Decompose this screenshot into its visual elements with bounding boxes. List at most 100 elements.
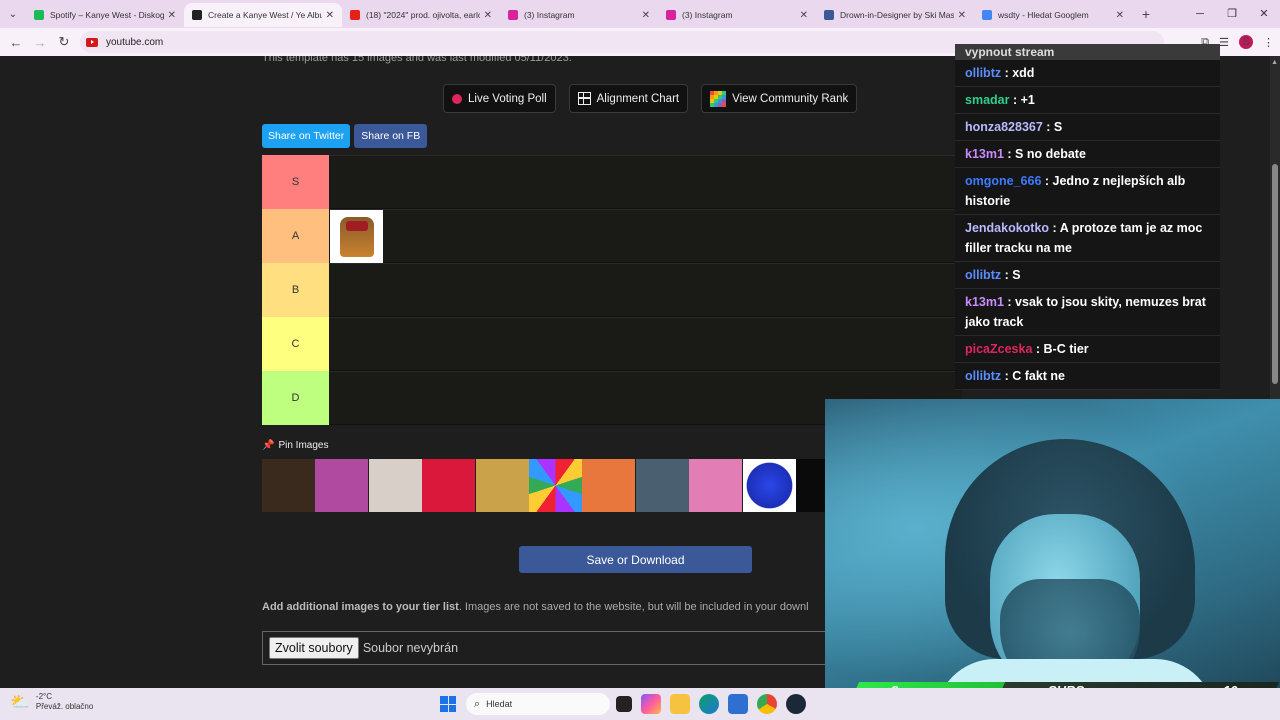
tab-close-icon[interactable]: ✕ xyxy=(800,10,808,21)
weather-widget[interactable]: ⛅ -2°C Převáž. oblačno xyxy=(10,692,93,712)
tab-title: wsdty - Hledat Googlem xyxy=(998,10,1089,20)
window-controls: ─ ❐ ✕ xyxy=(1184,0,1280,28)
add-images-note: Add additional images to your tier list.… xyxy=(262,601,809,613)
tab-close-icon[interactable]: ✕ xyxy=(168,10,176,21)
album-cover-college-dropout[interactable] xyxy=(330,210,383,263)
pin-images-toggle[interactable]: 📌 Pin Images xyxy=(262,440,328,451)
choose-files-button[interactable]: Zvolit soubory xyxy=(269,637,359,659)
profile-avatar[interactable]: S xyxy=(1239,35,1253,49)
live-dot-icon xyxy=(452,93,462,104)
store-icon[interactable] xyxy=(728,694,748,714)
chat-message: k13m1 : S no debate xyxy=(955,141,1220,168)
menu-icon[interactable]: ⋮ xyxy=(1263,36,1274,49)
tier-label[interactable]: C xyxy=(262,317,329,371)
tab-search-icon[interactable]: ⌄ xyxy=(0,0,26,28)
tier-dropzone[interactable] xyxy=(329,317,962,370)
browser-tab[interactable]: wsdty - Hledat Googlem ✕ xyxy=(974,3,1132,27)
template-note: This template has 15 images and was last… xyxy=(262,56,572,64)
tier-row: A xyxy=(262,209,962,263)
chat-message: ollibtz : C fakt ne xyxy=(955,363,1220,390)
media-queue-icon[interactable]: ☰ xyxy=(1219,36,1229,49)
tab-close-icon[interactable]: ✕ xyxy=(1116,10,1124,21)
tier-row: C xyxy=(262,317,962,371)
tier-label[interactable]: S xyxy=(262,155,329,209)
chat-header[interactable]: vypnout stream xyxy=(955,44,1220,60)
community-rank-label: View Community Rank xyxy=(732,92,849,105)
tier-dropzone[interactable] xyxy=(329,155,962,208)
tab-close-icon[interactable]: ✕ xyxy=(642,10,650,21)
tab-favicon-icon xyxy=(982,10,992,20)
tab-close-icon[interactable]: ✕ xyxy=(958,10,966,21)
chat-text: : S xyxy=(1042,120,1063,134)
browser-tab[interactable]: (3) Instagram ✕ xyxy=(500,3,658,27)
album-cover[interactable] xyxy=(368,459,422,512)
album-cover[interactable] xyxy=(422,459,476,512)
album-cover[interactable] xyxy=(475,459,529,512)
stream-chat-overlay: vypnout stream ollibtz : xdd smadar : +1 h… xyxy=(955,44,1220,390)
scroll-thumb[interactable] xyxy=(1272,164,1278,384)
steam-icon[interactable] xyxy=(786,694,806,714)
browser-tab[interactable]: (18) "2024" prod. ojivolta, earlonthebea… xyxy=(342,3,500,27)
tier-dropzone[interactable] xyxy=(329,209,962,263)
browser-tab[interactable]: (3) Instagram ✕ xyxy=(658,3,816,27)
taskbar-search-placeholder: Hledat xyxy=(486,699,513,709)
windows-start-icon[interactable] xyxy=(440,696,456,712)
tab-close-icon[interactable]: ✕ xyxy=(484,10,492,21)
album-cover[interactable] xyxy=(528,459,582,512)
chat-text: : +1 xyxy=(1009,93,1035,107)
save-download-button[interactable]: Save or Download xyxy=(519,546,752,573)
tier-label[interactable]: D xyxy=(262,371,329,425)
browser-tab[interactable]: Spotify – Kanye West - Diskografie ✕ xyxy=(26,3,184,27)
live-voting-poll-button[interactable]: Live Voting Poll xyxy=(443,84,556,113)
close-icon[interactable]: ✕ xyxy=(1248,0,1280,28)
chat-username: ollibtz xyxy=(965,369,1002,383)
album-cover[interactable] xyxy=(582,459,636,512)
minimize-icon[interactable]: ─ xyxy=(1184,0,1216,28)
edge-icon[interactable] xyxy=(699,694,719,714)
add-images-note-rest: . Images are not saved to the website, b… xyxy=(458,601,809,613)
tab-favicon-icon xyxy=(508,10,518,20)
tier-label[interactable]: A xyxy=(262,209,329,263)
chat-message: k13m1 : vsak to jsou skity, nemuzes brat… xyxy=(955,289,1220,336)
browser-tab[interactable]: Drown-in-Designer by Ski Mask ✕ xyxy=(816,3,974,27)
alignment-chart-button[interactable]: Alignment Chart xyxy=(568,84,689,113)
community-rank-button[interactable]: View Community Rank xyxy=(701,84,858,113)
album-cover[interactable] xyxy=(635,459,689,512)
pin-icon: 📌 xyxy=(262,440,275,451)
grid-icon xyxy=(577,92,591,105)
tab-title: Create a Kanye West / Ye Album Tier List xyxy=(208,10,322,20)
album-cover[interactable] xyxy=(742,459,796,512)
reload-icon[interactable]: ↻ xyxy=(52,34,76,50)
taskbar-search[interactable]: ⌕ Hledat xyxy=(466,693,610,715)
restore-icon[interactable]: ❐ xyxy=(1216,0,1248,28)
live-voting-label: Live Voting Poll xyxy=(468,92,547,105)
copilot-icon[interactable] xyxy=(641,694,661,714)
temperature: -2°C xyxy=(35,692,53,701)
album-cover[interactable] xyxy=(315,459,369,512)
chat-message: Jendakokotko : A protoze tam je az moc f… xyxy=(955,215,1220,262)
new-tab-button[interactable]: + xyxy=(1136,6,1156,22)
album-cover[interactable] xyxy=(262,459,315,512)
forward-arrow-icon[interactable]: → xyxy=(28,35,52,50)
tier-dropzone[interactable] xyxy=(329,263,962,316)
task-view-icon[interactable] xyxy=(616,696,632,712)
windows-taskbar: ⛅ -2°C Převáž. oblačno ⌕ Hledat xyxy=(0,688,1280,720)
scroll-up-icon[interactable]: ▲ xyxy=(1271,59,1278,66)
tab-title: Drown-in-Designer by Ski Mask xyxy=(840,10,954,20)
browser-tab[interactable]: Create a Kanye West / Ye Album Tier List… xyxy=(184,3,342,27)
chat-text: : B-C tier xyxy=(1032,342,1089,356)
chat-message: ollibtz : xdd xyxy=(955,60,1220,87)
browser-tab-strip: ⌄ Spotify – Kanye West - Diskografie✕Cre… xyxy=(0,0,1280,28)
tab-close-icon[interactable]: ✕ xyxy=(326,10,334,21)
tier-label[interactable]: B xyxy=(262,263,329,317)
tier-list: SABCD xyxy=(262,155,962,425)
tab-favicon-icon xyxy=(666,10,676,20)
file-explorer-icon[interactable] xyxy=(670,694,690,714)
chrome-icon[interactable] xyxy=(757,694,777,714)
back-arrow-icon[interactable]: ← xyxy=(4,35,28,50)
album-cover[interactable] xyxy=(689,459,743,512)
share-twitter-button[interactable]: Share on Twitter xyxy=(262,124,351,148)
tab-title: (3) Instagram xyxy=(682,10,733,20)
share-facebook-button[interactable]: Share on FB xyxy=(354,124,428,148)
chat-text: : S no debate xyxy=(1003,147,1086,161)
